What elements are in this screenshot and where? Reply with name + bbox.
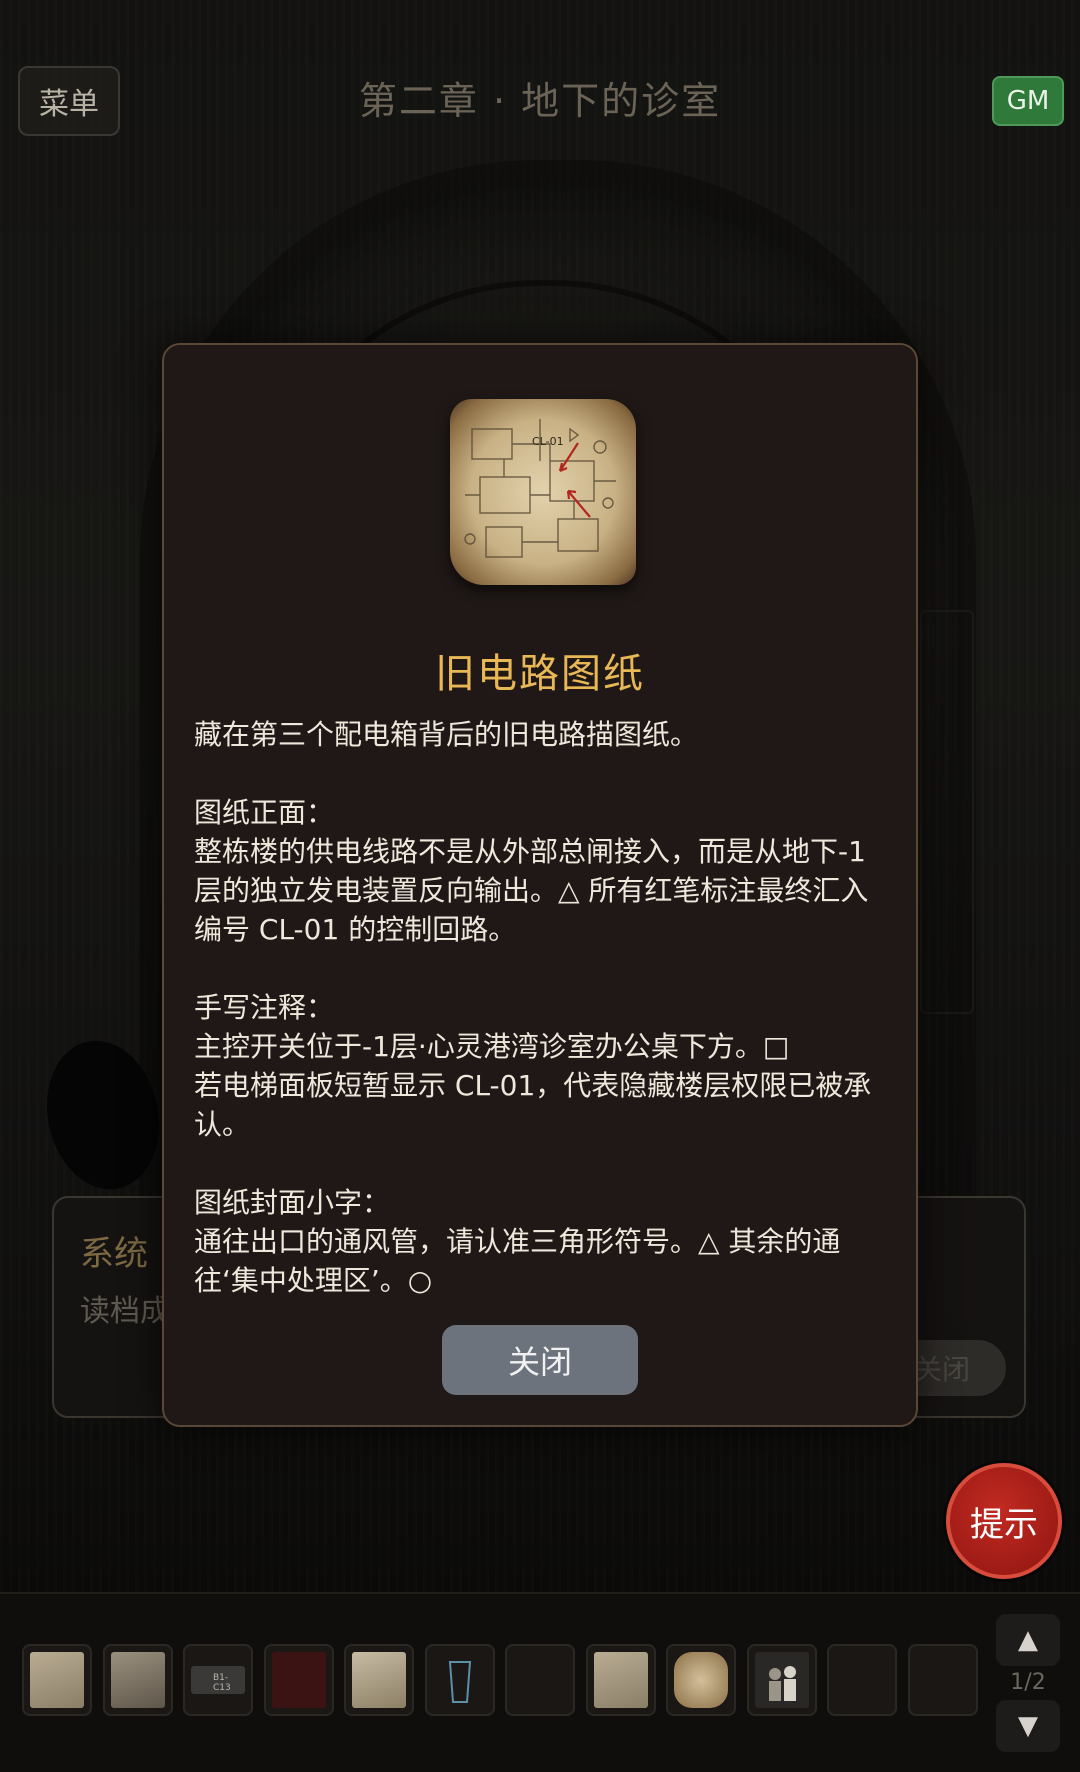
paper-item-icon — [30, 1652, 84, 1708]
page-up-button[interactable]: ▲ — [996, 1614, 1060, 1666]
item-name: 旧电路图纸 — [435, 651, 645, 697]
book-item-icon — [271, 1652, 326, 1708]
inventory-slot-1[interactable] — [22, 1644, 92, 1716]
inventory-slot-8[interactable] — [585, 1644, 656, 1716]
inventory-slot-5[interactable] — [344, 1644, 414, 1716]
empty-item-icon — [916, 1652, 970, 1708]
modal-close-button[interactable]: 关闭 — [442, 1325, 638, 1395]
empty-item-icon — [835, 1652, 889, 1708]
inventory-slot-10[interactable] — [746, 1644, 817, 1716]
card-item-icon: B1-C13 — [191, 1666, 245, 1694]
photo-item-icon — [754, 1652, 809, 1708]
page-down-button[interactable]: ▼ — [996, 1700, 1060, 1752]
circuit-blueprint-image: CL-01 — [450, 399, 636, 585]
hint-button[interactable]: 提示 — [946, 1463, 1062, 1579]
page-indicator: 1/2 — [1010, 1670, 1046, 1695]
inventory-slot-4[interactable] — [263, 1644, 334, 1716]
inventory-slot-2[interactable] — [102, 1644, 173, 1716]
inventory-slot-7[interactable] — [505, 1644, 575, 1716]
menu-button[interactable]: 菜单 — [18, 66, 120, 136]
blueprint-label: CL-01 — [532, 435, 564, 448]
blueprint-item-icon — [674, 1652, 728, 1708]
inventory-slot-11[interactable] — [827, 1644, 897, 1716]
paper-item-icon — [593, 1652, 648, 1708]
empty-item-icon — [513, 1652, 567, 1708]
notes-item-icon — [352, 1652, 406, 1708]
item-detail-modal: CL-01 旧电路图纸 藏在第三个配电箱背后的旧电路描图纸。 图纸正面： 整栋楼… — [162, 343, 918, 1427]
card-label: B1-C13 — [213, 1673, 231, 1693]
system-message-title: 系统 — [80, 1234, 148, 1274]
gm-button[interactable]: GM — [992, 76, 1064, 126]
item-description: 藏在第三个配电箱背后的旧电路描图纸。 图纸正面： 整栋楼的供电线路不是从外部总闸… — [194, 718, 872, 1297]
inventory-slot-6[interactable] — [424, 1644, 495, 1716]
glass-item-icon — [433, 1652, 487, 1708]
inventory-slot-3[interactable]: B1-C13 — [183, 1644, 253, 1716]
inventory-slot-12[interactable] — [907, 1644, 978, 1716]
chapter-title: 第二章 · 地下的诊室 — [358, 79, 722, 123]
journal-item-icon — [110, 1652, 165, 1708]
inventory-slot-9[interactable] — [666, 1644, 736, 1716]
